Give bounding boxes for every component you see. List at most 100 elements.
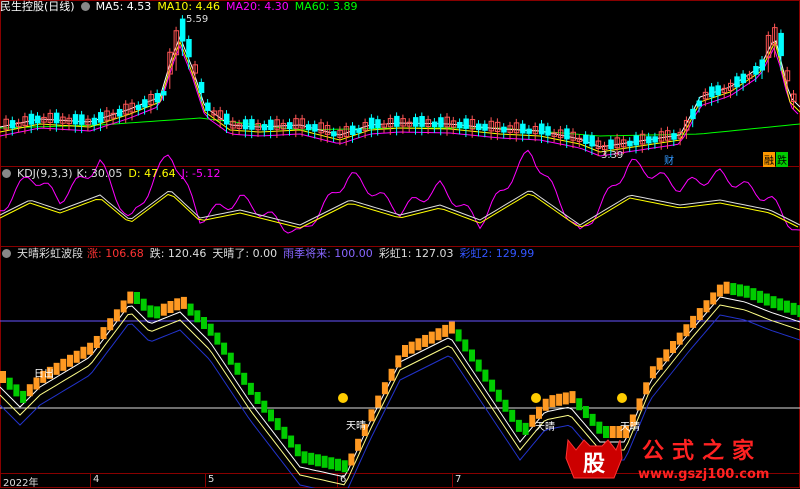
candlestick bbox=[463, 118, 469, 129]
candlestick bbox=[431, 121, 438, 128]
rainbow-name[interactable]: 天晴彩虹波段 bbox=[17, 247, 83, 260]
candlestick bbox=[205, 102, 211, 111]
rise-bar bbox=[26, 384, 33, 397]
fall-bar bbox=[194, 310, 201, 323]
candlestick bbox=[161, 91, 167, 96]
settings-circle-icon[interactable] bbox=[2, 249, 11, 258]
sun-icon bbox=[338, 393, 348, 403]
rise-bar bbox=[381, 382, 388, 395]
fall-bar bbox=[515, 419, 522, 432]
rise-bar bbox=[636, 398, 643, 411]
fall-bar bbox=[6, 377, 13, 390]
x-axis-label-month: 7 bbox=[455, 474, 462, 485]
candlestick bbox=[98, 112, 104, 123]
fall-bar bbox=[576, 398, 583, 411]
fall-label: 跌: 120.46 bbox=[149, 247, 207, 260]
fall-bar bbox=[154, 306, 161, 319]
candlestick bbox=[287, 122, 293, 130]
stock-chart-canvas[interactable] bbox=[0, 0, 800, 488]
kdj-name[interactable]: KDJ(9,3,3) bbox=[17, 167, 73, 180]
candlestick bbox=[482, 123, 488, 131]
rise-bar bbox=[676, 332, 683, 345]
low-price-marker: 3.39 bbox=[601, 150, 624, 161]
ma60-label: MA60: 3.89 bbox=[294, 0, 358, 13]
fall-bar bbox=[757, 290, 764, 303]
candlestick-panel[interactable] bbox=[0, 15, 800, 158]
rise-bar bbox=[60, 358, 67, 371]
fall-bar bbox=[147, 305, 154, 318]
fall-bar bbox=[274, 418, 281, 431]
fall-bar bbox=[777, 298, 784, 311]
panel-borders bbox=[0, 0, 800, 488]
candlestick bbox=[696, 100, 702, 107]
candlestick bbox=[394, 115, 400, 127]
rise-bar bbox=[395, 355, 402, 368]
fall-bar bbox=[214, 332, 221, 345]
fall-bar bbox=[489, 379, 496, 392]
rise-bar bbox=[93, 335, 100, 348]
watermark-logo-char: 股 bbox=[583, 452, 605, 477]
fall-bar bbox=[790, 302, 797, 315]
fall-bar bbox=[730, 283, 737, 296]
candlestick bbox=[198, 81, 205, 93]
annotation-sunrise: 日出 bbox=[34, 369, 54, 380]
main-panel-header: 民生控股(日线) MA5: 4.53 MA10: 4.46 MA20: 4.30 MA6… bbox=[0, 0, 363, 14]
candlestick bbox=[135, 104, 142, 110]
candlestick bbox=[690, 108, 696, 120]
settings-circle-icon[interactable] bbox=[80, 2, 90, 11]
rise-bar bbox=[690, 315, 697, 328]
fall-bar bbox=[455, 329, 462, 342]
candlestick bbox=[652, 136, 658, 143]
fall-bar bbox=[281, 426, 288, 439]
fall-bar bbox=[328, 457, 335, 470]
rise-bar bbox=[663, 349, 670, 362]
rise-bar bbox=[167, 301, 174, 313]
ma20-label: MA20: 4.30 bbox=[226, 0, 289, 13]
x-axis-label-month: 4 bbox=[93, 474, 100, 485]
ma10-label: MA10: 4.46 bbox=[157, 0, 221, 13]
event-tag-finance[interactable]: 财 bbox=[664, 152, 674, 167]
rainbow-panel-header: 天晴彩虹波段 涨: 106.68 跌: 120.46 天晴了: 0.00 雨季将来: 1… bbox=[0, 247, 540, 261]
rise-bar bbox=[174, 298, 181, 311]
fall-bar bbox=[495, 389, 502, 402]
fall-bar bbox=[770, 296, 777, 309]
event-tag-margin[interactable]: 融 bbox=[763, 152, 775, 167]
candlestick bbox=[608, 139, 614, 150]
fall-bar bbox=[737, 284, 743, 297]
rise-bar bbox=[542, 398, 549, 411]
rise-label: 涨: 106.68 bbox=[87, 247, 144, 260]
watermark-brand: 公式之家 bbox=[642, 438, 762, 464]
rise-bar bbox=[180, 296, 187, 309]
candlestick bbox=[759, 59, 765, 71]
candlestick bbox=[249, 119, 255, 130]
kdj-panel-header: KDJ(9,3,3) K: 30.05 D: 47.64 J: -5.12 bbox=[0, 167, 227, 181]
rise-bar bbox=[87, 342, 94, 355]
fall-bar bbox=[241, 372, 248, 385]
ma5-label: MA5: 4.53 bbox=[95, 0, 152, 13]
rise-bar bbox=[643, 382, 650, 395]
rise-bar bbox=[408, 341, 415, 354]
candlestick bbox=[457, 121, 463, 129]
settings-circle-icon[interactable] bbox=[2, 169, 11, 178]
candlestick bbox=[476, 123, 482, 131]
rise-bar bbox=[536, 406, 542, 419]
sun-icon bbox=[531, 393, 541, 403]
x-axis-label-month: 5 bbox=[208, 474, 215, 485]
candlestick bbox=[356, 128, 362, 133]
candlestick bbox=[526, 128, 532, 134]
rise-bar bbox=[656, 357, 663, 370]
fall-bar bbox=[750, 288, 757, 301]
rise-bar bbox=[80, 346, 87, 359]
candlestick bbox=[91, 117, 98, 125]
candlestick bbox=[633, 135, 639, 146]
kdj-panel[interactable] bbox=[0, 149, 800, 234]
fall-bar bbox=[234, 362, 241, 375]
candlestick bbox=[350, 125, 356, 136]
stock-title[interactable]: 民生控股(日线) bbox=[0, 0, 75, 13]
event-tag-drop[interactable]: 跌 bbox=[776, 152, 788, 167]
rise-bar bbox=[562, 392, 569, 405]
fall-bar bbox=[582, 406, 589, 419]
annotation-sunny: 天晴 bbox=[535, 422, 555, 433]
candlestick bbox=[564, 128, 570, 140]
rise-bar bbox=[569, 391, 576, 404]
